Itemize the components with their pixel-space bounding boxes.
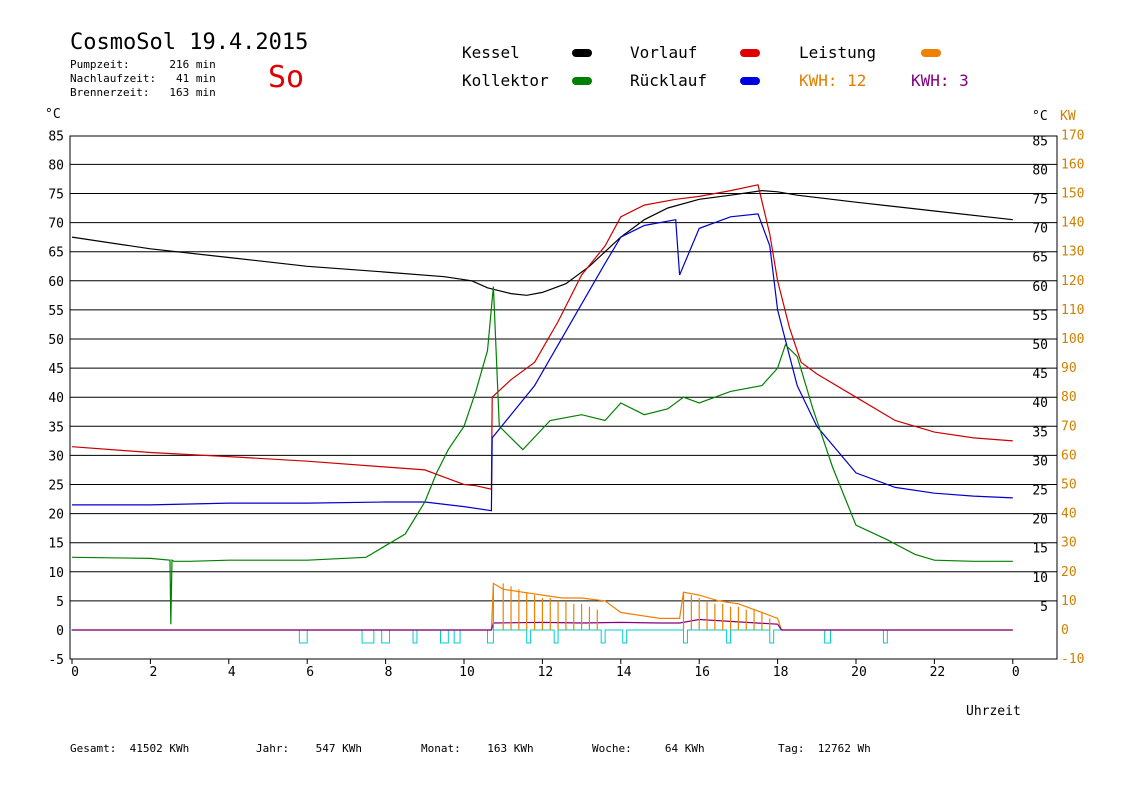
kw-tick-label: 70 [1061,419,1077,434]
kw-tick-label: 40 [1061,507,1077,522]
y-tick-label: 5 [56,595,64,610]
kw-tick-label: 20 [1061,565,1077,580]
footer-jahr: Jahr: 547 KWh [256,742,362,755]
x-axis-label: Uhrzeit [966,704,1021,719]
x-tick-label: 0 [71,665,79,680]
y-right-tick-label: 10 [1032,571,1048,586]
ruecklauf-line [72,213,1013,512]
x-tick-label: 16 [694,665,710,680]
kw-tick-label: 130 [1061,245,1084,260]
y-right-tick-label: 50 [1032,338,1048,353]
kw-tick-label: 60 [1061,448,1077,463]
kw-tick-label: 160 [1061,157,1084,172]
y-right-tick-label: 30 [1032,454,1048,469]
y-right-tick-label: 45 [1032,367,1048,382]
x-tick-label: 14 [616,665,632,680]
kw-tick-label: 120 [1061,274,1084,289]
y-tick-label: -5 [48,653,64,668]
x-tick-label: 10 [459,665,475,680]
y-axis-unit: °C [45,107,61,122]
y-tick-label: 25 [48,479,64,494]
y-tick-label: 20 [48,508,64,523]
kw-tick-label: 150 [1061,187,1084,202]
kw-tick-label: 100 [1061,332,1084,347]
kw-tick-label: 10 [1061,594,1077,609]
y-right-tick-label: 20 [1032,513,1048,528]
y-tick-label: 50 [48,333,64,348]
y-right-axis-unit: °C [1032,109,1048,124]
vorlauf-line [71,184,1013,490]
y-right-tick-label: 75 [1032,193,1048,208]
kw-tick-label: 30 [1061,536,1077,551]
kw-axis-unit: KW [1060,109,1076,124]
y-tick-label: 0 [56,624,64,639]
y-tick-label: 40 [48,391,64,406]
kw-tick-label: 110 [1061,303,1084,318]
footer-tag: Tag: 12762 Wh [778,742,871,755]
y-right-tick-label: 65 [1032,251,1048,266]
y-tick-label: 10 [48,566,64,581]
x-tick-label: 0 [1012,665,1020,680]
y-tick-label: 55 [48,304,64,319]
kw-tick-label: 90 [1061,361,1077,376]
x-tick-label: 20 [851,665,867,680]
kw-tick-label: 80 [1061,390,1077,405]
y-tick-label: 60 [48,275,64,290]
x-tick-label: 8 [385,665,393,680]
x-tick-label: 2 [149,665,157,680]
footer-gesamt: Gesamt: 41502 KWh [70,742,190,755]
y-tick-label: 70 [48,217,64,232]
temperature-chart: -505101520253035404550556065707580855101… [45,107,1084,719]
y-tick-label: 45 [48,362,64,377]
y-tick-label: 75 [48,188,64,203]
y-tick-label: 80 [48,158,64,173]
y-right-tick-label: 35 [1032,425,1048,440]
pump-signal-line [70,629,1009,644]
y-tick-label: 35 [48,420,64,435]
y-right-tick-label: 15 [1032,542,1048,557]
kw-tick-label: -10 [1061,652,1084,667]
x-tick-label: 12 [538,665,554,680]
y-right-tick-label: 60 [1032,280,1048,295]
x-tick-label: 18 [773,665,789,680]
y-right-tick-label: 40 [1032,396,1048,411]
kw-tick-label: 170 [1061,128,1084,143]
footer-monat: Monat: 163 KWh [421,742,534,755]
kessel-line [71,189,1013,296]
y-right-tick-label: 5 [1040,600,1048,615]
footer-woche: Woche: 64 KWh [592,742,705,755]
y-tick-label: 30 [48,449,64,464]
y-right-tick-label: 55 [1032,309,1048,324]
kw-tick-label: 50 [1061,478,1077,493]
kw-tick-label: 140 [1061,216,1084,231]
x-tick-label: 4 [228,665,236,680]
y-right-tick-label: 80 [1032,163,1048,178]
y-tick-label: 85 [48,129,64,144]
y-tick-label: 15 [48,537,64,552]
y-right-tick-label: 70 [1032,222,1048,237]
y-right-tick-label: 25 [1032,484,1048,499]
x-tick-label: 22 [930,665,946,680]
x-tick-label: 6 [306,665,314,680]
y-right-tick-label: 85 [1032,134,1048,149]
y-tick-label: 65 [48,246,64,261]
kw-tick-label: 0 [1061,623,1069,638]
